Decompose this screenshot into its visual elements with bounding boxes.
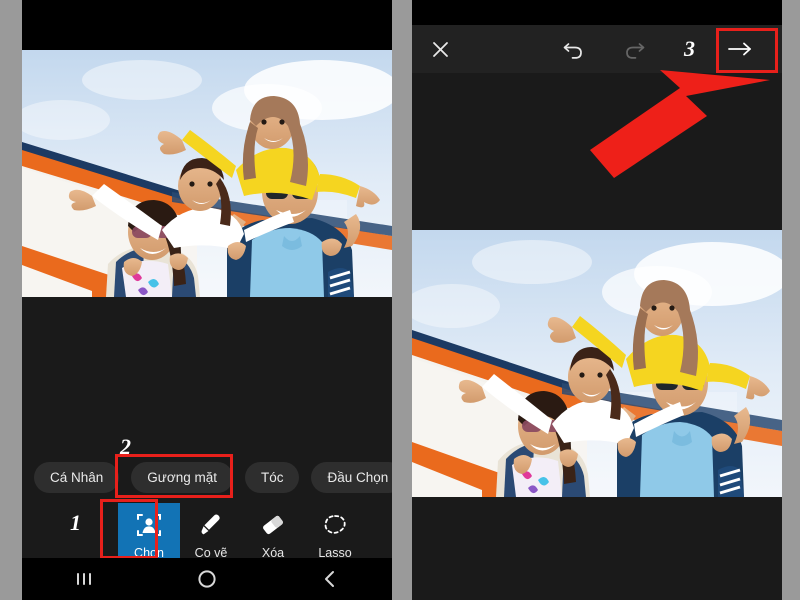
screenshot-stage: Cá Nhân Gương mặt Tóc Đầu Chọn H bbox=[0, 0, 800, 600]
close-x-icon[interactable] bbox=[412, 25, 468, 73]
chip-ca-nhan[interactable]: Cá Nhân bbox=[34, 461, 120, 493]
family-photo-left bbox=[22, 50, 392, 297]
home-circle-icon[interactable] bbox=[172, 558, 242, 600]
left-status-bar bbox=[22, 0, 392, 50]
eraser-icon bbox=[252, 506, 294, 544]
recents-icon[interactable] bbox=[49, 558, 119, 600]
left-phone-panel: Cá Nhân Gương mặt Tóc Đầu Chọn H bbox=[22, 0, 392, 600]
tool-chon[interactable]: Chọn bbox=[118, 503, 180, 560]
chip-guong-mat[interactable]: Gương mặt bbox=[131, 461, 233, 493]
category-chip-row[interactable]: Cá Nhân Gương mặt Tóc Đầu Chọn H bbox=[22, 460, 392, 494]
person-select-icon bbox=[128, 506, 170, 544]
chip-dau-chon[interactable]: Đầu Chọn bbox=[311, 461, 392, 493]
family-photo-right bbox=[412, 230, 782, 497]
chip-toc[interactable]: Tóc bbox=[244, 461, 300, 493]
tool-xoa[interactable]: Xóa bbox=[242, 503, 304, 560]
right-phone-panel: 3 bbox=[412, 0, 782, 600]
annotation-number-3: 3 bbox=[684, 36, 695, 61]
android-navigation-bar[interactable] bbox=[22, 558, 392, 600]
right-upper-workspace bbox=[412, 73, 782, 230]
tool-co-ve[interactable]: Cọ vẽ bbox=[180, 503, 242, 560]
lasso-icon bbox=[314, 506, 356, 544]
right-status-bar bbox=[412, 0, 782, 25]
brush-icon bbox=[190, 506, 232, 544]
redo-arrow-icon[interactable] bbox=[610, 25, 658, 73]
right-photo-canvas[interactable] bbox=[412, 230, 782, 497]
undo-arrow-icon[interactable] bbox=[550, 25, 598, 73]
editor-top-toolbar[interactable] bbox=[412, 25, 782, 73]
tool-lasso[interactable]: Lasso bbox=[304, 503, 366, 560]
annotation-number-1: 1 bbox=[70, 510, 81, 535]
annotation-number-2: 2 bbox=[120, 434, 131, 459]
back-chevron-icon[interactable] bbox=[295, 558, 365, 600]
left-photo-canvas[interactable] bbox=[22, 50, 392, 297]
next-button[interactable] bbox=[710, 27, 770, 71]
right-lower-workspace bbox=[412, 497, 782, 600]
